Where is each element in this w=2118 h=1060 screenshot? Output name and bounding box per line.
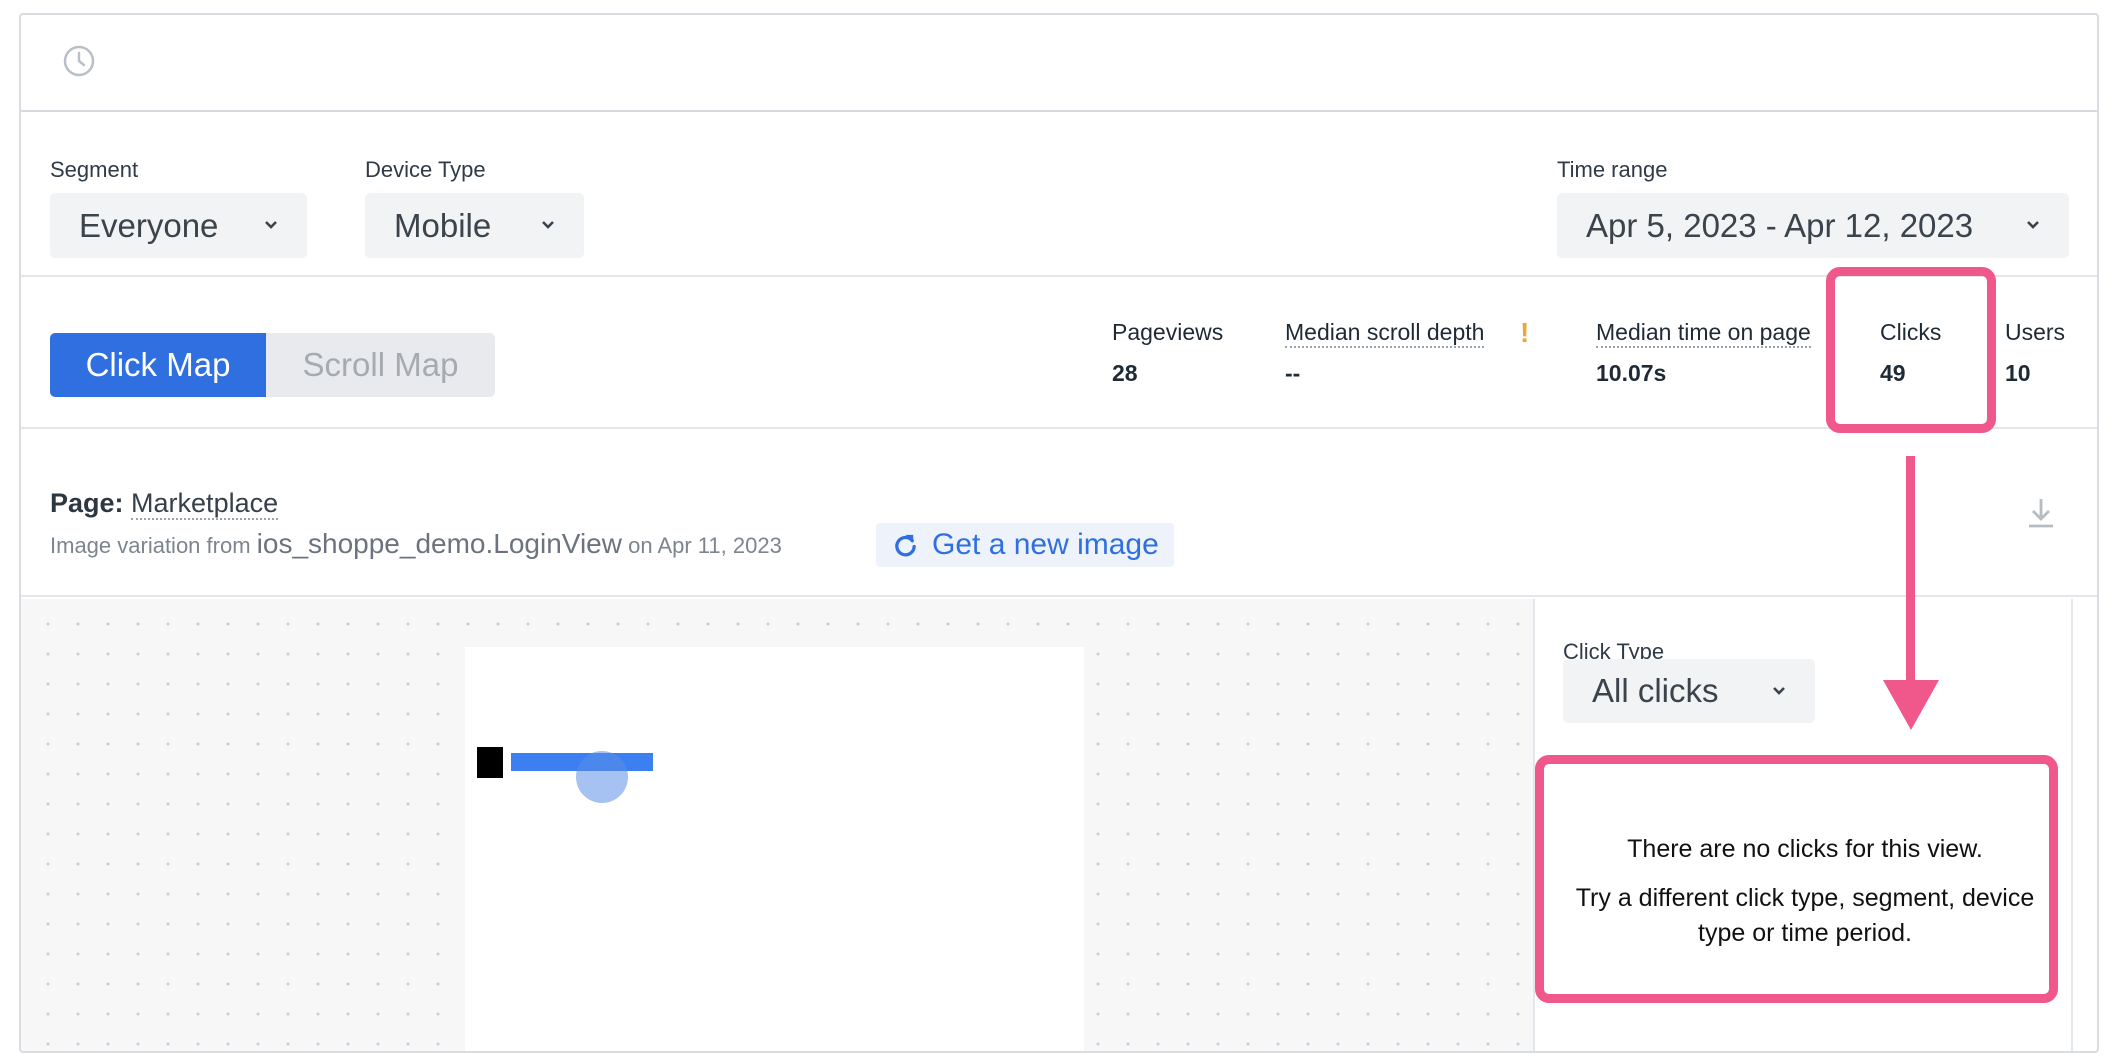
click-type-select[interactable]: All clicks [1563, 659, 1815, 723]
metric-label: Users [2005, 319, 2066, 345]
annotation-arrow-head [1883, 680, 1939, 730]
click-map-tab[interactable]: Click Map [50, 333, 266, 397]
segment-select[interactable]: Everyone [50, 193, 307, 258]
scroll-map-tab[interactable]: Scroll Map [266, 333, 495, 397]
get-new-image-label: Get a new image [932, 528, 1159, 561]
device-type-select[interactable]: Mobile [365, 193, 584, 258]
chevron-down-icon [1773, 687, 1785, 695]
metric-median-scroll-depth: Median scroll depth ! -- [1285, 317, 1529, 387]
image-variation-info: Image variation from ios_shoppe_demo.Log… [50, 528, 782, 560]
warning-icon[interactable]: ! [1520, 317, 1529, 349]
refresh-icon [895, 534, 916, 557]
download-icon[interactable] [2025, 496, 2057, 530]
page-title: Page: Marketplace [50, 488, 279, 520]
chevron-down-icon [542, 221, 554, 229]
click-marker[interactable] [576, 751, 628, 803]
page-name[interactable]: Marketplace [131, 488, 279, 520]
metric-median-time-on-page: Median time on page 10.07s [1596, 319, 1811, 387]
variation-prefix: Image variation from [50, 533, 251, 558]
page-info-row: Page: Marketplace Image variation from i… [21, 431, 2097, 597]
variation-date: on Apr 11, 2023 [628, 533, 782, 558]
time-range-select[interactable]: Apr 5, 2023 - Apr 12, 2023 [1557, 193, 2069, 258]
metrics-row: Click Map Scroll Map Pageviews 28 Median… [21, 279, 2097, 429]
metric-label[interactable]: Median scroll depth [1285, 319, 1485, 348]
screen-element-black [477, 747, 503, 778]
metric-value: -- [1285, 360, 1301, 386]
heatmap-canvas [21, 599, 1533, 1051]
device-type-label: Device Type [365, 157, 486, 182]
view-name: ios_shoppe_demo.LoginView [256, 528, 622, 559]
map-type-toggle: Click Map Scroll Map [50, 333, 495, 397]
filters-bar: Segment Everyone Device Type Mobile Time… [21, 114, 2097, 277]
clicks-highlight-box [1826, 267, 1996, 433]
metric-label[interactable]: Median time on page [1596, 319, 1811, 348]
chevron-down-icon [2027, 221, 2039, 229]
chevron-down-icon [265, 221, 277, 229]
metric-label: Pageviews [1112, 319, 1224, 345]
top-bar [21, 15, 2097, 112]
clock-icon[interactable] [62, 44, 96, 78]
device-type-value: Mobile [394, 206, 492, 244]
page-prefix: Page: [50, 488, 124, 518]
metric-pageviews: Pageviews 28 [1112, 319, 1223, 387]
segment-value: Everyone [79, 206, 219, 244]
segment-label: Segment [50, 157, 139, 182]
screen-capture [465, 647, 1084, 1051]
metric-users: Users 10 [2005, 319, 2065, 387]
annotation-arrow-shaft [1906, 456, 1915, 688]
metric-value: 10.07s [1596, 360, 1667, 386]
time-range-value: Apr 5, 2023 - Apr 12, 2023 [1586, 206, 1974, 244]
time-range-label: Time range [1557, 157, 1668, 182]
metric-value: 28 [1112, 360, 1138, 386]
metric-value: 10 [2005, 360, 2031, 386]
empty-state-highlight-box [1535, 755, 2058, 1003]
get-new-image-button[interactable]: Get a new image [876, 523, 1174, 567]
click-type-value: All clicks [1592, 672, 1719, 709]
